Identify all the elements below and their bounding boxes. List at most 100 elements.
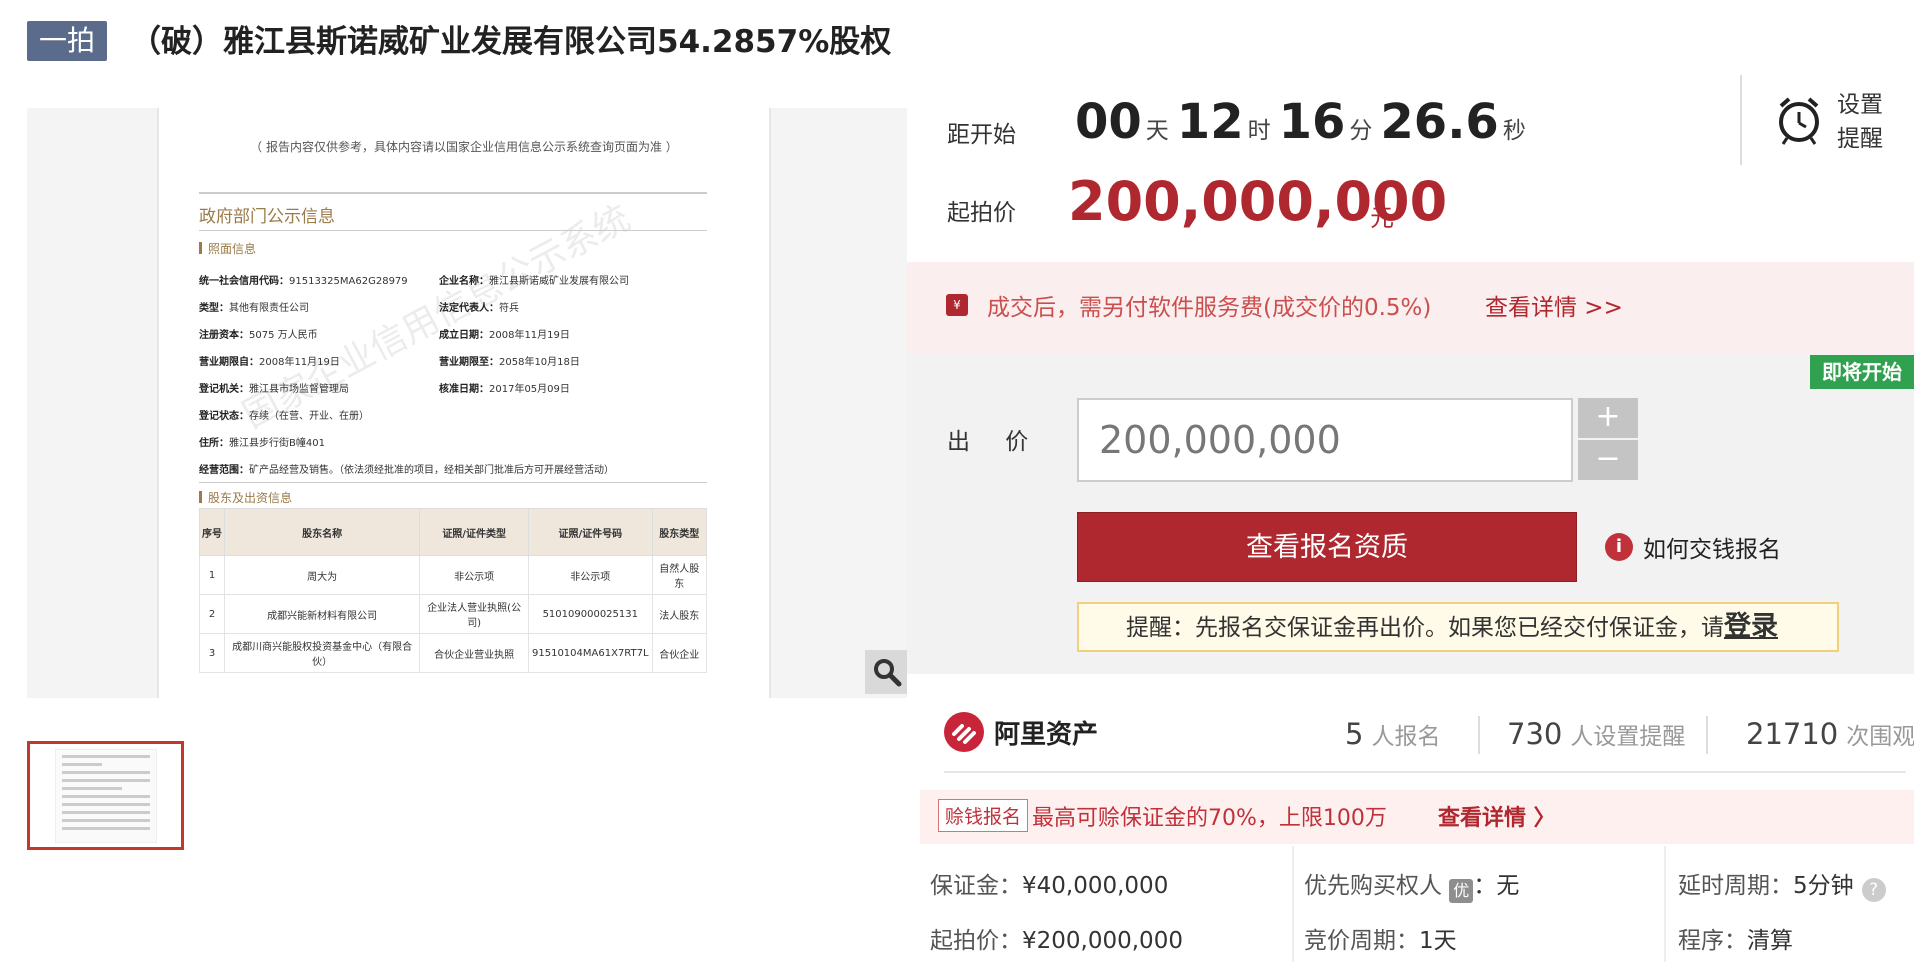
doc-section-title: 政府部门公示信息 (199, 207, 335, 227)
fee-notice-text: 成交后，需另付软件服务费(成交价的0.5%) (987, 295, 1432, 321)
registrants-count: 5 人报名 (1345, 717, 1441, 751)
table-cell: 周大为 (223, 555, 421, 595)
doc-field: 统一社会信用代码：91513325MA62G28979 (199, 276, 408, 287)
bidding-cycle-info: 竞价周期：1天 (1304, 928, 1457, 954)
divider (1740, 75, 1742, 165)
reminder-text: 提醒：先报名交保证金再出价。如果您已经交付保证金，请 (1126, 615, 1724, 641)
doc-field: 营业期限至：2058年10月18日 (439, 357, 580, 368)
doc-field: 核准日期：2017年05月09日 (439, 384, 570, 395)
magnifier-icon[interactable] (865, 650, 907, 694)
countdown-seconds-unit: 秒 (1502, 118, 1526, 144)
deposit-info: 保证金：¥40,000,000 (930, 873, 1169, 899)
doc-field: 登记机关：雅江县市场监督管理局 (199, 384, 349, 395)
divider (944, 771, 1906, 773)
table-cell: 91510104MA61X7RT7L (528, 633, 653, 673)
view-qualification-button[interactable]: 查看报名资质 (1077, 512, 1577, 582)
login-link[interactable]: 登录 (1724, 611, 1778, 642)
table-cell: 成都川商兴能股权投资基金中心（有限合伙） (223, 633, 421, 673)
procedure-info: 程序：清算 (1678, 928, 1793, 954)
doc-shareholders-title: 股东及出资信息 (199, 489, 292, 506)
table-cell: 非公示项 (528, 555, 653, 595)
document-preview: （ 报告内容仅供参考，具体内容请以国家企业信用信息公示系统查询页面为准 ） 国家… (157, 108, 771, 698)
bid-label: 出 价 (947, 429, 1043, 455)
doc-field: 成立日期：2008年11月19日 (439, 330, 570, 341)
countdown-hours: 12 (1176, 94, 1244, 150)
doc-field: 类型：其他有限责任公司 (199, 303, 309, 314)
credit-signup-tag: 赊钱报名 (938, 799, 1029, 832)
reminder-label: 设置 提醒 (1837, 92, 1883, 152)
info-icon: i (1605, 533, 1633, 561)
table-cell: 成都兴能新材料有限公司 (223, 594, 421, 634)
shareholders-table: 序号 股东名称 证照/证件类型 证照/证件号码 股东类型 1 周大为 非公示项 … (199, 508, 708, 673)
credit-promo-text: 最高可赊保证金的70%，上限100万 (1032, 806, 1387, 831)
table-cell: 企业法人营业执照(公司) (419, 594, 529, 634)
table-row: 2 成都兴能新材料有限公司 企业法人营业执照(公司) 5101090000251… (199, 594, 708, 634)
divider (1706, 716, 1708, 754)
countdown-label: 距开始 (947, 122, 1016, 148)
delay-period-info: 延时周期：5分钟? (1678, 866, 1886, 902)
priority-badge-icon: 优 (1449, 879, 1474, 903)
alarm-clock-icon (1775, 94, 1823, 150)
doc-field: 注册资本：5075 万人民币 (199, 330, 318, 341)
deposit-reminder: 提醒：先报名交保证金再出价。如果您已经交付保证金，请登录 (1077, 602, 1839, 652)
ali-assets-brand: 阿里资产 (944, 712, 1098, 752)
table-header: 证照/证件类型 (419, 508, 529, 556)
status-badge: 即将开始 (1810, 355, 1914, 389)
increase-bid-button[interactable]: + (1578, 398, 1638, 438)
table-cell: 非公示项 (419, 555, 529, 595)
set-reminder-button[interactable]: 设置 提醒 (1775, 88, 1883, 156)
countdown-seconds: 26.6 (1380, 94, 1499, 150)
thumbnail-preview (54, 748, 157, 843)
countdown-timer: 00 天 12 时 16 分 26.6 秒 (1075, 94, 1534, 150)
doc-note: （ 报告内容仅供参考，具体内容请以国家企业信用信息公示系统查询页面为准 ） (250, 140, 678, 154)
table-header: 证照/证件号码 (528, 508, 653, 556)
table-cell: 510109000025131 (528, 594, 653, 634)
divider (1664, 846, 1666, 962)
countdown-days: 00 (1075, 94, 1142, 150)
auction-round-badge: 一拍 (27, 21, 107, 61)
table-cell: 2 (199, 594, 225, 634)
doc-field: 住所：雅江县步行街B幢401 (199, 438, 325, 449)
image-thumbnail[interactable] (27, 741, 184, 850)
doc-field: 登记状态：存续（在营、开业、在册） (199, 411, 369, 422)
reminders-count: 730 人设置提醒 (1507, 717, 1686, 751)
doc-field: 企业名称：雅江县斯诺威矿业发展有限公司 (439, 276, 629, 287)
how-to-pay-link[interactable]: i 如何交钱报名 (1605, 530, 1781, 564)
table-row: 3 成都川商兴能股权投资基金中心（有限合伙） 合伙企业营业执照 91510104… (199, 633, 708, 673)
divider (1292, 846, 1294, 962)
how-to-pay-label: 如何交钱报名 (1643, 537, 1781, 563)
image-viewer[interactable]: （ 报告内容仅供参考，具体内容请以国家企业信用信息公示系统查询页面为准 ） 国家… (27, 108, 907, 698)
table-header: 股东名称 (223, 508, 421, 556)
credit-details-link[interactable]: 查看详情 〉 (1438, 800, 1556, 832)
decrease-bid-button[interactable]: − (1578, 440, 1638, 480)
countdown-minutes-unit: 分 (1349, 118, 1373, 144)
table-row: 1 周大为 非公示项 非公示项 自然人股东 (199, 555, 708, 595)
help-icon[interactable]: ? (1861, 878, 1886, 902)
bid-amount-input[interactable] (1077, 398, 1573, 482)
start-price-label: 起拍价 (947, 200, 1016, 226)
table-header: 股东类型 (651, 508, 708, 556)
table-cell: 合伙企业 (651, 633, 708, 673)
countdown-hours-unit: 时 (1247, 118, 1271, 144)
fee-details-link[interactable]: 查看详情 >> (1485, 288, 1623, 322)
ali-assets-name: 阿里资产 (994, 719, 1099, 750)
page-title: （破）雅江县斯诺威矿业发展有限公司54.2857%股权 (130, 24, 892, 60)
ali-assets-logo (944, 712, 984, 752)
table-cell: 自然人股东 (651, 555, 708, 595)
table-cell: 3 (199, 633, 225, 673)
table-cell: 1 (199, 555, 225, 595)
start-price-info: 起拍价：¥200,000,000 (930, 928, 1183, 954)
views-count: 21710 次围观 (1746, 717, 1914, 751)
fee-icon: ¥ (946, 294, 968, 316)
table-cell: 法人股东 (651, 594, 708, 634)
table-cell: 合伙企业营业执照 (419, 633, 529, 673)
divider (1478, 716, 1480, 754)
table-header: 序号 (199, 508, 225, 556)
doc-license-title: 照面信息 (199, 240, 256, 257)
priority-buyer-info: 优先购买权人 优：无 (1304, 866, 1519, 903)
doc-divider (199, 230, 707, 231)
start-price-unit: 元 (1370, 204, 1394, 232)
doc-field: 经营范围：矿产品经营及销售。（依法须经批准的项目，经相关部门批准后方可开展经营活… (199, 465, 614, 476)
countdown-minutes: 16 (1278, 94, 1346, 150)
doc-divider (199, 192, 707, 194)
